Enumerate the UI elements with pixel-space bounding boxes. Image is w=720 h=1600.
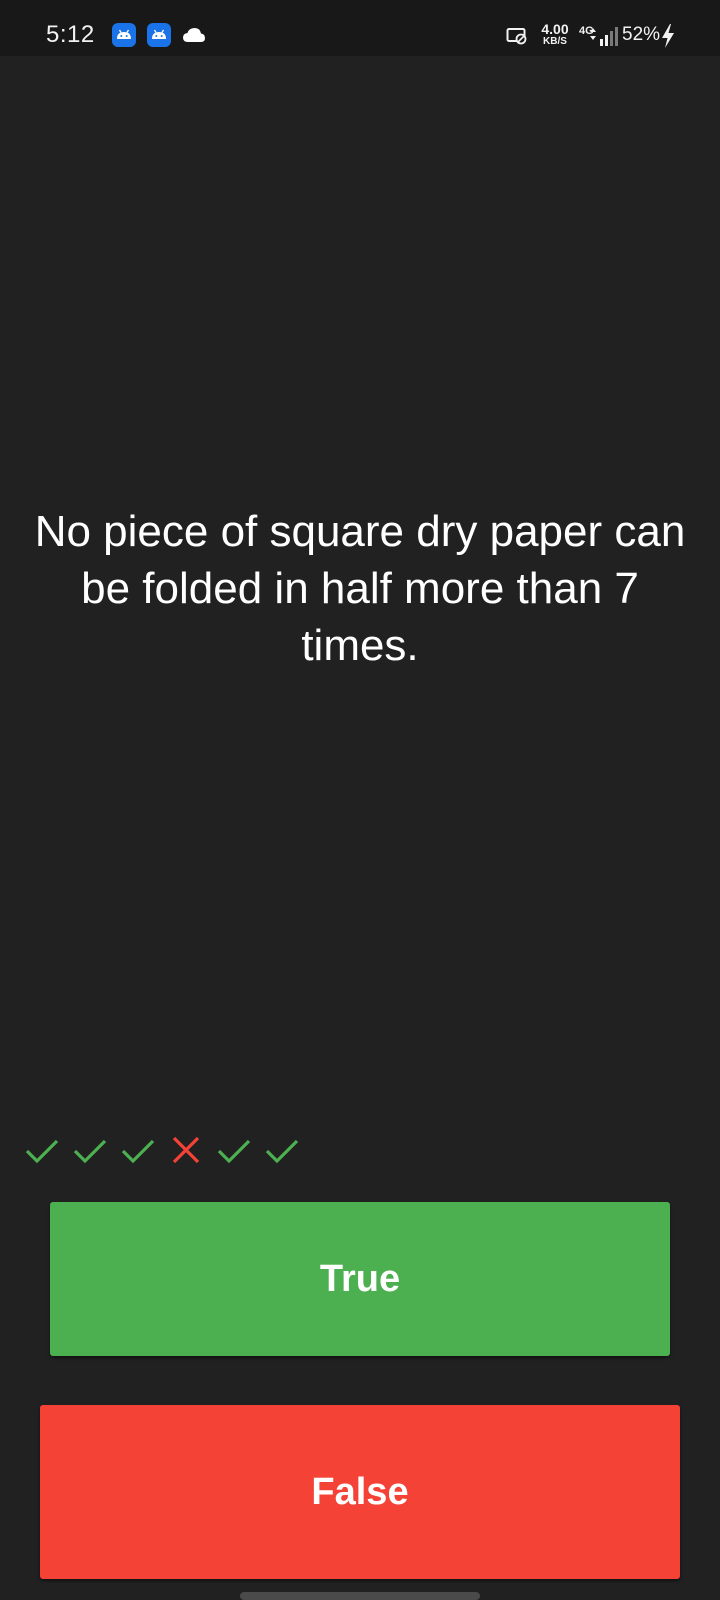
status-bar: 5:12 4.00 KB/S 4G 52% [0, 0, 720, 56]
navigation-handle[interactable] [240, 1592, 480, 1600]
battery-level: 52% [622, 24, 661, 45]
cloud-icon [183, 28, 205, 42]
true-button[interactable]: True [50, 1202, 670, 1356]
charging-bolt-icon [662, 24, 674, 48]
check-icon [217, 1139, 251, 1164]
network-speed-unit: KB/S [543, 36, 567, 47]
signal-strength-icon [590, 27, 618, 46]
check-icon [265, 1139, 299, 1164]
check-icon [121, 1139, 155, 1164]
status-time: 5:12 [46, 21, 95, 48]
network-speed-value: 4.00 [541, 21, 569, 37]
false-button[interactable]: False [40, 1405, 680, 1579]
android-app-icon [147, 23, 171, 47]
score-history [24, 1132, 300, 1168]
android-app-icon [112, 23, 136, 47]
check-icon [73, 1139, 107, 1164]
check-icon [25, 1139, 59, 1164]
screen-cast-icon [506, 28, 527, 45]
network-speed: 4.00 KB/S [537, 22, 573, 48]
cross-icon [172, 1136, 200, 1164]
question-text: No piece of square dry paper can be fold… [34, 507, 686, 670]
